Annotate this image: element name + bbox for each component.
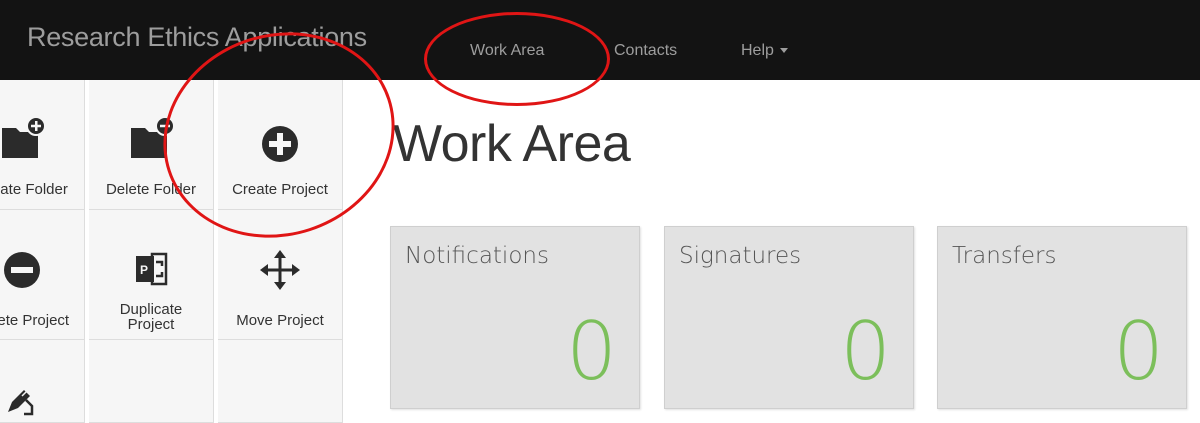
nav-item-help[interactable]: Help xyxy=(741,42,788,60)
notifications-tile[interactable]: Notifications 0 xyxy=(390,226,640,409)
page-title: Work Area xyxy=(393,115,631,173)
tile-count: 0 xyxy=(840,305,891,398)
tile-title: Signatures xyxy=(679,243,802,269)
folder-minus-icon xyxy=(89,116,213,165)
duplicate-project-label: Duplicate Project xyxy=(119,301,183,333)
tile-title: Notifications xyxy=(405,243,549,269)
delete-project-button[interactable]: Delete Project xyxy=(0,210,85,340)
folder-plus-icon xyxy=(0,116,84,165)
minus-circle-icon xyxy=(0,250,84,295)
tile-title: Transfers xyxy=(952,243,1057,269)
plus-circle-icon xyxy=(218,124,342,169)
nav-item-work-area[interactable]: Work Area xyxy=(470,42,544,60)
transfers-tile[interactable]: Transfers 0 xyxy=(937,226,1187,409)
duplicate-project-icon: P xyxy=(89,252,213,291)
move-project-button[interactable]: Move Project xyxy=(218,210,343,340)
duplicate-project-button[interactable]: P Duplicate Project xyxy=(89,210,214,340)
delete-folder-button[interactable]: Delete Folder xyxy=(89,80,214,210)
empty-tool-slot xyxy=(89,340,214,423)
move-arrows-icon xyxy=(218,250,342,295)
chevron-down-icon xyxy=(779,48,788,54)
nav-help-label: Help xyxy=(741,42,774,59)
create-folder-button[interactable]: Create Folder xyxy=(0,80,85,210)
svg-text:P: P xyxy=(140,263,148,277)
create-project-button[interactable]: Create Project xyxy=(218,80,343,210)
app-brand[interactable]: Research Ethics Applications xyxy=(27,22,367,53)
nav-item-contacts[interactable]: Contacts xyxy=(614,42,677,60)
delete-folder-label: Delete Folder xyxy=(105,181,197,198)
edit-project-button[interactable] xyxy=(0,340,85,423)
signatures-tile[interactable]: Signatures 0 xyxy=(664,226,914,409)
tile-count: 0 xyxy=(566,305,617,398)
top-navbar: Research Ethics Applications Work Area C… xyxy=(0,0,1200,80)
project-toolbar: Create Folder Delete Folder Create Proje… xyxy=(0,80,344,423)
move-project-label: Move Project xyxy=(236,312,324,329)
tile-count: 0 xyxy=(1113,305,1164,398)
delete-project-label: Delete Project xyxy=(0,312,70,329)
empty-tool-slot xyxy=(218,340,343,423)
edit-pencil-icon xyxy=(0,386,84,421)
create-folder-label: Create Folder xyxy=(0,181,68,198)
create-project-label: Create Project xyxy=(232,181,328,198)
